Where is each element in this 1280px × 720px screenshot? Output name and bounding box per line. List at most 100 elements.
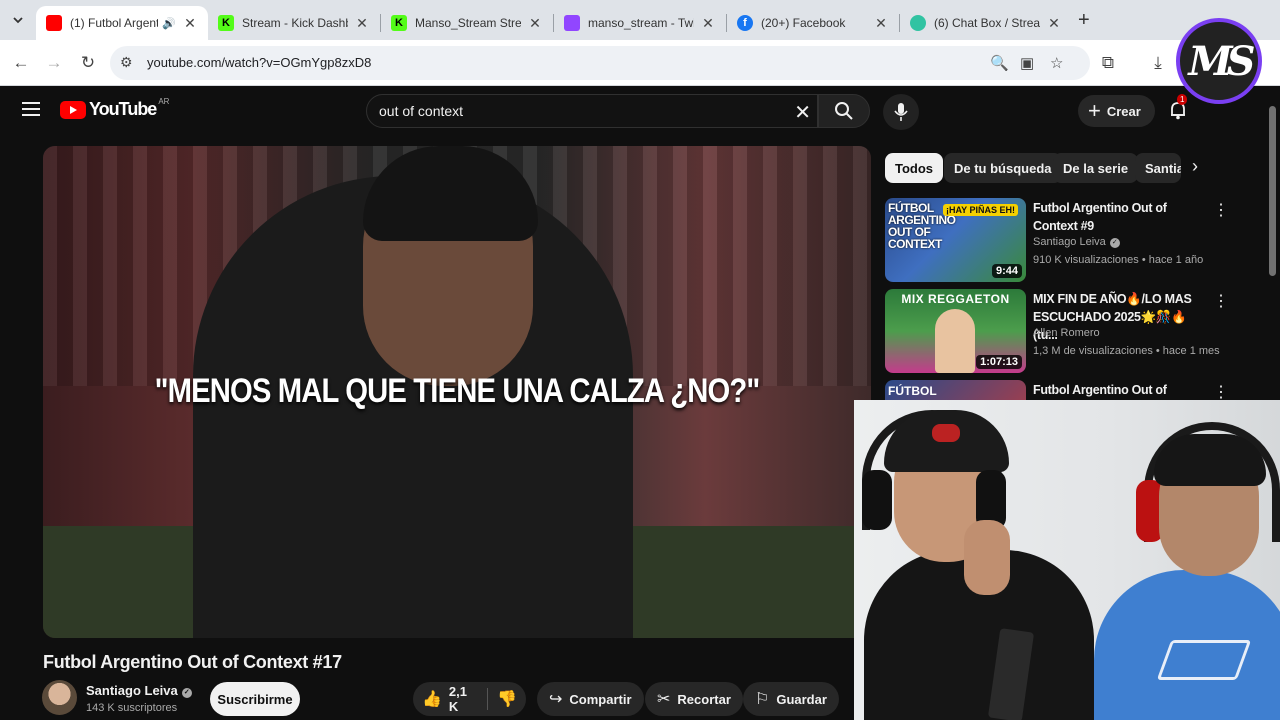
search-query[interactable]: out of context bbox=[379, 103, 463, 119]
recommendation-meta: 1,3 M de visualizaciones • hace 1 mes bbox=[1033, 345, 1220, 357]
tab-title: Stream - Kick Dashboard bbox=[242, 16, 348, 30]
subscribe-button[interactable]: Suscribirme bbox=[210, 682, 300, 716]
browser-tab-streamlabs[interactable]: (6) Chat Box / Streamlabs ✕ bbox=[900, 6, 1072, 40]
video-duration: 9:44 bbox=[991, 264, 1022, 278]
chip-from-search[interactable]: De tu búsqueda bbox=[944, 153, 1062, 183]
thumbnail-text: MIX REGGAETON bbox=[901, 292, 1010, 306]
youtube-logo[interactable]: YouTube AR bbox=[60, 97, 170, 120]
video-thumbnail[interactable]: FÚTBOL ARGENTINO OUT OF CONTEXT ¡HAY PIÑ… bbox=[885, 198, 1026, 282]
create-label: Crear bbox=[1106, 103, 1141, 119]
recommendation-title[interactable]: Futbol Argentino Out of Context #9 bbox=[1033, 199, 1213, 235]
chip-channel[interactable]: Santiago Leiva bbox=[1135, 153, 1181, 183]
video-player[interactable]: "MENOS MAL QUE TIENE UNA CALZA ¿NO?" bbox=[43, 146, 871, 638]
tab-title: (1) Futbol Argentino Out of Context #17 bbox=[70, 16, 159, 30]
channel-name[interactable]: Santiago Leiva bbox=[86, 683, 178, 698]
streamlabs-icon bbox=[910, 15, 926, 31]
close-tab-icon[interactable]: ✕ bbox=[527, 15, 543, 32]
browser-tab-twitch[interactable]: manso_stream - Twitch ✕ bbox=[554, 6, 726, 40]
speaker-icon[interactable]: 🔊 bbox=[162, 17, 176, 30]
like-button[interactable]: 👍 2,1 K bbox=[413, 682, 487, 716]
thumbnail-text: FÚTBOL ARGENTINO OUT OF CONTEXT bbox=[888, 201, 956, 251]
webcam-overlay bbox=[854, 400, 1280, 720]
thumbnail-tag: ¡HAY PIÑAS EH! bbox=[943, 204, 1019, 216]
search-button[interactable] bbox=[818, 94, 870, 128]
page-scrollbar[interactable] bbox=[1269, 106, 1276, 276]
recommendation-channel[interactable]: Santiago Leiva bbox=[1033, 236, 1106, 248]
menu-icon[interactable] bbox=[22, 102, 40, 116]
headphone-earcup bbox=[862, 470, 892, 530]
channel-avatar[interactable] bbox=[42, 680, 77, 715]
like-dislike-group: 👍 2,1 K 👎 bbox=[413, 682, 526, 716]
twitch-icon bbox=[564, 15, 580, 31]
close-tab-icon[interactable]: ✕ bbox=[1046, 15, 1062, 32]
extensions-icon[interactable]: ⧉ bbox=[1097, 52, 1119, 74]
browser-tab-kick-dashboard[interactable]: K Stream - Kick Dashboard ✕ bbox=[208, 6, 380, 40]
url-text[interactable]: youtube.com/watch?v=OGmYgp8zxD8 bbox=[147, 55, 371, 70]
recommendation-item[interactable]: MIX REGGAETON 1:07:13 MIX FIN DE AÑO🔥/LO… bbox=[885, 289, 1265, 375]
chip-from-series[interactable]: De la serie bbox=[1053, 153, 1139, 183]
subscriber-count: 143 K suscriptores bbox=[86, 702, 178, 714]
notifications-button[interactable]: 1 bbox=[1168, 94, 1188, 125]
channel-name-row[interactable]: Santiago Leiva ✓ bbox=[86, 683, 192, 698]
profile-avatar-badge[interactable]: MS bbox=[1176, 18, 1262, 104]
more-options-icon[interactable]: ⋮ bbox=[1213, 382, 1229, 402]
back-arrow-icon[interactable]: ← bbox=[10, 52, 32, 74]
clear-search-icon[interactable]: ✕ bbox=[794, 100, 811, 125]
clip-button[interactable]: ✂ Recortar bbox=[645, 682, 743, 716]
chip-all[interactable]: Todos bbox=[885, 153, 944, 183]
site-info-icon[interactable]: ⚙ bbox=[120, 54, 133, 71]
country-code: AR bbox=[158, 97, 170, 106]
clip-label: Recortar bbox=[677, 691, 731, 707]
download-icon[interactable]: ⤓ bbox=[1147, 52, 1169, 74]
youtube-play-icon bbox=[60, 100, 86, 119]
bookmark-star-icon[interactable]: ☆ bbox=[1050, 54, 1063, 72]
dislike-button[interactable]: 👎 bbox=[488, 682, 526, 716]
save-button[interactable]: ⚐ Guardar bbox=[743, 682, 839, 716]
search-input[interactable]: out of context ✕ bbox=[366, 94, 818, 128]
scissors-icon: ✂ bbox=[657, 691, 671, 708]
recommendation-channel-row[interactable]: Santiago Leiva ✓ bbox=[1033, 236, 1120, 248]
shirt-logo bbox=[1156, 640, 1252, 680]
like-count: 2,1 K bbox=[448, 684, 467, 714]
tab-title: Manso_Stream Stream bbox=[415, 16, 521, 30]
new-tab-button[interactable]: + bbox=[1078, 9, 1090, 32]
reload-icon[interactable]: ↻ bbox=[77, 52, 99, 74]
thumbs-up-icon: 👍 bbox=[422, 691, 442, 708]
recommendation-channel[interactable]: Allen Romero bbox=[1033, 327, 1100, 339]
video-thumbnail[interactable]: MIX REGGAETON 1:07:13 bbox=[885, 289, 1026, 373]
omnibox[interactable]: ⚙ youtube.com/watch?v=OGmYgp8zxD8 🔍 ▣ ☆ bbox=[110, 46, 1090, 80]
recommendation-item[interactable]: FÚTBOL ARGENTINO OUT OF CONTEXT ¡HAY PIÑ… bbox=[885, 198, 1265, 284]
thumbnail-person bbox=[935, 309, 975, 373]
thumbs-down-icon: 👎 bbox=[497, 691, 517, 708]
close-tab-icon[interactable]: ✕ bbox=[700, 15, 716, 32]
chevron-down-icon bbox=[13, 17, 23, 24]
video-caption: "MENOS MAL QUE TIENE UNA CALZA ¿NO?" bbox=[154, 372, 761, 410]
close-tab-icon[interactable]: ✕ bbox=[354, 15, 370, 32]
zoom-icon[interactable]: 🔍 bbox=[990, 54, 1009, 72]
more-options-icon[interactable]: ⋮ bbox=[1213, 291, 1229, 311]
browser-tab-kick-stream[interactable]: K Manso_Stream Stream ✕ bbox=[381, 6, 553, 40]
browser-tab-facebook[interactable]: f (20+) Facebook ✕ bbox=[727, 6, 899, 40]
streamer-right-hair bbox=[1154, 434, 1266, 486]
tab-search-button[interactable] bbox=[6, 8, 30, 32]
tab-title: (6) Chat Box / Streamlabs bbox=[934, 16, 1040, 30]
facebook-icon: f bbox=[737, 15, 753, 31]
search-icon bbox=[835, 102, 853, 120]
close-tab-icon[interactable]: ✕ bbox=[182, 15, 198, 32]
verified-check-icon: ✓ bbox=[181, 688, 192, 698]
save-label: Guardar bbox=[776, 691, 827, 707]
youtube-wordmark: YouTube bbox=[89, 99, 157, 119]
chevron-right-icon[interactable]: › bbox=[1192, 156, 1198, 177]
create-button[interactable]: + Crear bbox=[1078, 95, 1155, 127]
streamer-left-hand bbox=[964, 520, 1010, 595]
microphone-icon bbox=[894, 103, 908, 121]
voice-search-button[interactable] bbox=[883, 94, 919, 130]
forward-arrow-icon[interactable]: → bbox=[43, 52, 65, 74]
share-button[interactable]: ↪ Compartir bbox=[537, 682, 644, 716]
browser-tab-strip: (1) Futbol Argentino Out of Context #17 … bbox=[0, 0, 1280, 40]
close-tab-icon[interactable]: ✕ bbox=[873, 15, 889, 32]
browser-tab-youtube[interactable]: (1) Futbol Argentino Out of Context #17 … bbox=[36, 6, 208, 40]
more-options-icon[interactable]: ⋮ bbox=[1213, 200, 1229, 220]
address-bar-row: ← → ↻ ⚙ youtube.com/watch?v=OGmYgp8zxD8 … bbox=[0, 40, 1280, 86]
cast-icon[interactable]: ▣ bbox=[1020, 54, 1034, 72]
